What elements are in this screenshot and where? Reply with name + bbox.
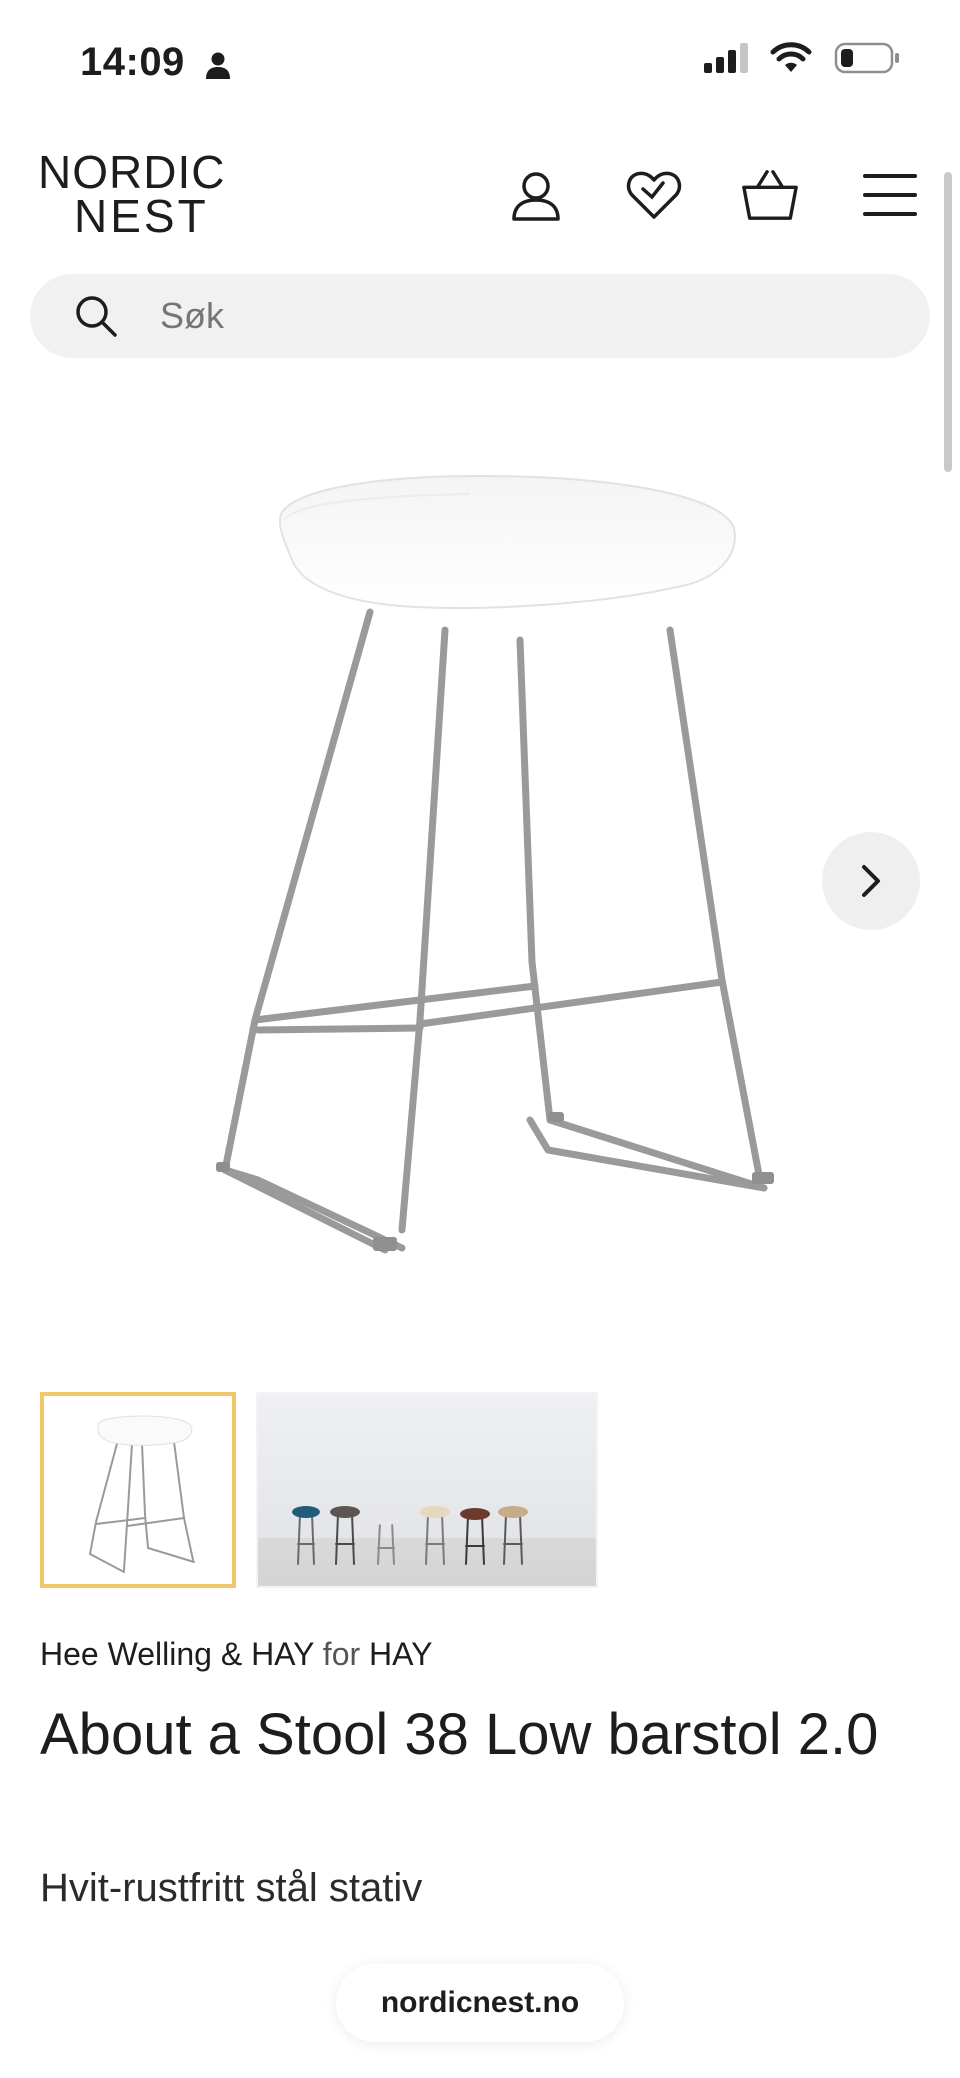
product-designer-line: Hee Welling & HAY for HAY	[40, 1636, 432, 1673]
brand-name[interactable]: HAY	[369, 1636, 432, 1672]
chevron-right-icon	[862, 865, 880, 897]
search-bar[interactable]	[30, 274, 930, 358]
battery-icon	[834, 42, 899, 74]
browser-address-pill[interactable]: nordicnest.no	[336, 1964, 624, 2042]
menu-button[interactable]	[860, 165, 920, 225]
logo-line-1: NORDIC	[38, 146, 226, 198]
person-icon	[206, 52, 230, 79]
thumbnail-stool-image	[88, 1415, 195, 1573]
product-variant: Hvit-rustfritt stål stativ	[40, 1866, 423, 1910]
designer-for-word: for	[322, 1636, 361, 1672]
wishlist-heart-icon	[626, 171, 682, 219]
nordic-nest-logo[interactable]: NORDIC NEST	[38, 146, 238, 242]
menu-icon	[863, 174, 917, 216]
product-image[interactable]	[0, 380, 960, 1330]
basket-icon	[742, 170, 798, 220]
wishlist-button[interactable]	[624, 165, 684, 225]
designer-name[interactable]: Hee Welling & HAY	[40, 1636, 314, 1672]
product-title: About a Stool 38 Low barstol 2.0	[40, 1702, 879, 1767]
account-button[interactable]	[506, 165, 566, 225]
status-time: 14:09	[80, 40, 185, 84]
status-indicators	[704, 42, 900, 74]
wifi-icon	[770, 42, 812, 72]
status-bar: 14:09	[0, 0, 960, 120]
thumbnail-2[interactable]	[256, 1392, 598, 1588]
search-input[interactable]	[160, 295, 860, 337]
browser-domain: nordicnest.no	[380, 1986, 580, 2019]
next-image-button[interactable]	[822, 832, 920, 930]
bar-stool-image	[216, 474, 774, 1254]
basket-button[interactable]	[740, 165, 800, 225]
thumbnail-1-selected[interactable]	[40, 1392, 236, 1588]
search-icon	[76, 296, 117, 337]
account-icon	[512, 172, 560, 221]
logo-line-2: NEST	[74, 190, 209, 242]
cellular-signal-icon	[704, 43, 748, 73]
thumbnail-stool-collection-image	[292, 1506, 528, 1565]
